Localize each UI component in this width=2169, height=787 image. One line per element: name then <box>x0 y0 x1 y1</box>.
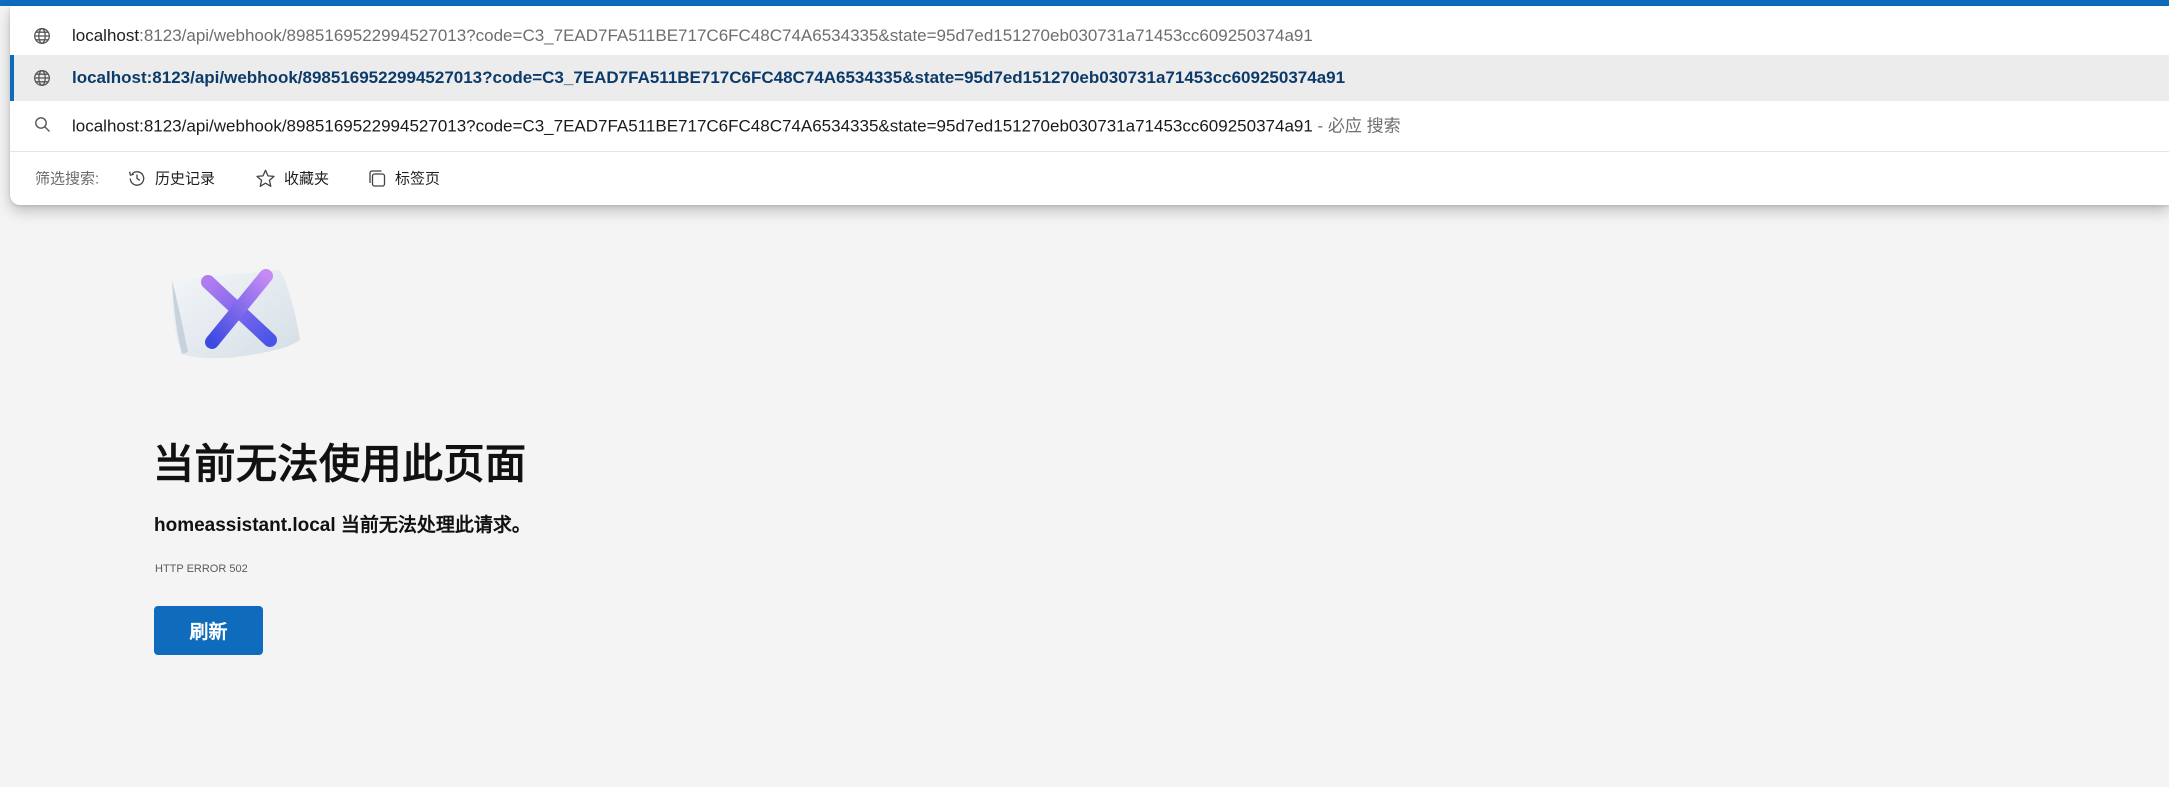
globe-icon <box>31 67 53 89</box>
filter-favorites-label: 收藏夹 <box>284 170 330 188</box>
error-title: 当前无法使用此页面 <box>153 441 527 487</box>
reload-button[interactable]: 刷新 <box>154 606 263 655</box>
address-bar-dropdown: localhost:8123/api/webhook/8985169522994… <box>10 6 2169 205</box>
filter-history-button[interactable]: 历史记录 <box>127 168 215 189</box>
url-suggestion-text: localhost:8123/api/webhook/8985169522994… <box>72 68 1346 87</box>
globe-icon <box>31 25 53 47</box>
filter-label: 筛选搜索: <box>35 170 100 188</box>
tabs-icon <box>369 169 386 187</box>
selection-indicator <box>10 55 14 101</box>
error-x-icon <box>171 269 300 359</box>
divider <box>10 151 2169 152</box>
address-input-text: localhost:8123/api/webhook/8985169522994… <box>72 26 1313 46</box>
search-icon <box>31 113 53 135</box>
filter-tabs-label: 标签页 <box>395 170 441 188</box>
star-icon <box>256 169 275 187</box>
error-code: HTTP ERROR 502 <box>155 563 248 575</box>
address-path: :8123/api/webhook/8985169522994527013?co… <box>139 26 1313 45</box>
filter-favorites-button[interactable]: 收藏夹 <box>255 168 329 189</box>
error-description: homeassistant.local 当前无法处理此请求。 <box>154 515 531 536</box>
search-engine-suffix: - 必应 搜索 <box>1312 116 1401 136</box>
address-host: localhost <box>72 26 140 45</box>
url-suggestion[interactable]: localhost:8123/api/webhook/8985169522994… <box>10 55 2169 101</box>
search-suggestion[interactable]: localhost:8123/api/webhook/8985169522994… <box>10 101 2169 147</box>
search-query: localhost:8123/api/webhook/8985169522994… <box>72 116 1313 136</box>
search-suggestion-text: localhost:8123/api/webhook/8985169522994… <box>72 112 1401 137</box>
search-filter-bar: 筛选搜索: 历史记录 收藏夹 标签页 <box>10 158 2169 198</box>
history-icon <box>128 170 145 186</box>
address-input[interactable]: localhost:8123/api/webhook/8985169522994… <box>10 13 2169 59</box>
error-illustration <box>166 262 306 372</box>
filter-tabs-button[interactable]: 标签页 <box>367 168 440 189</box>
filter-history-label: 历史记录 <box>155 170 216 188</box>
